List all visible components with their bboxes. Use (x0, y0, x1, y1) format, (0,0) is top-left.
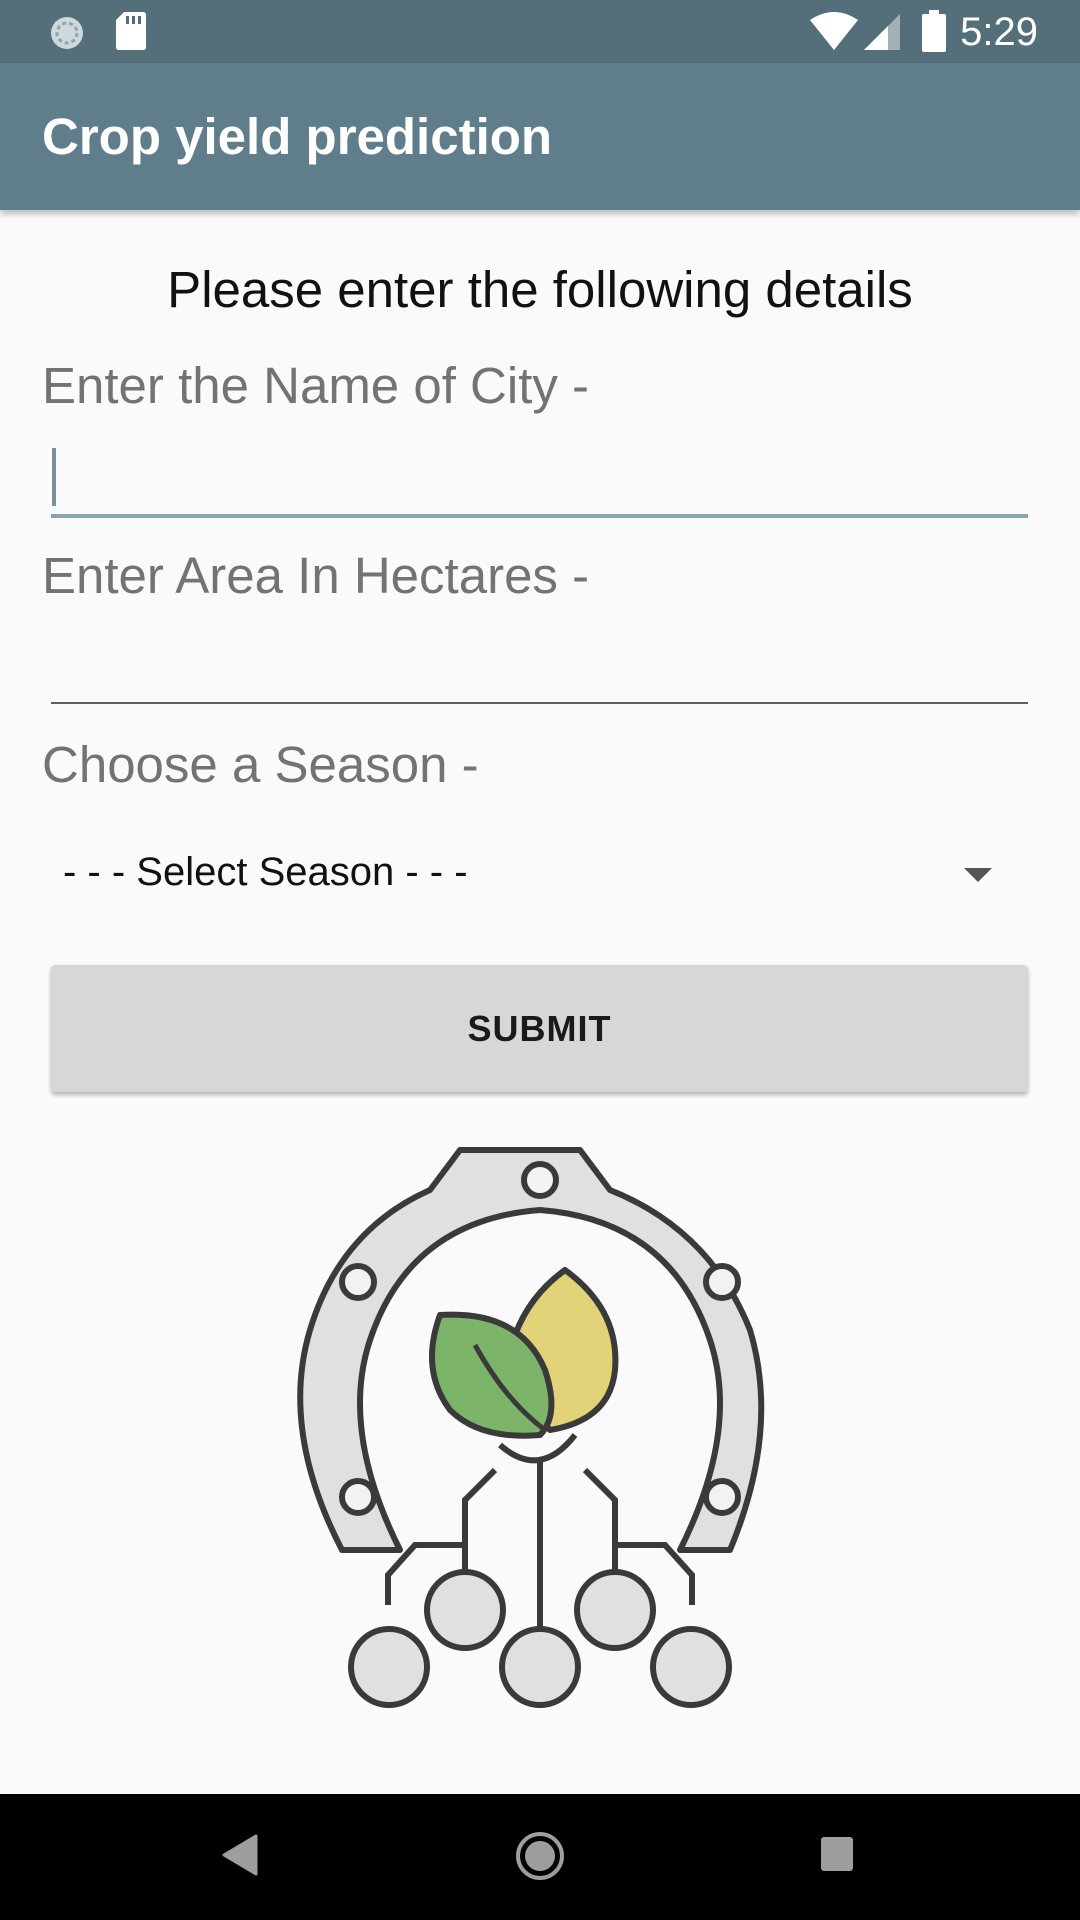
season-label: Choose a Season - (42, 736, 479, 793)
area-input[interactable] (51, 624, 1028, 704)
recents-icon[interactable] (820, 1836, 854, 1872)
leaf-icon (429, 1267, 619, 1464)
status-time: 5:29 (960, 10, 1038, 54)
season-spinner[interactable]: - - - Select Season - - - (51, 836, 1028, 916)
app-title: Crop yield prediction (42, 108, 553, 165)
text-cursor (52, 448, 56, 506)
area-label: Enter Area In Hectares - (42, 547, 590, 604)
sd-card-icon (116, 12, 146, 50)
navigation-bar (0, 1794, 1080, 1920)
city-label: Enter the Name of City - (42, 357, 590, 414)
app-bar: Crop yield prediction (0, 63, 1080, 210)
status-bar: 5:29 (0, 0, 1080, 63)
submit-button[interactable]: SUBMIT (51, 965, 1028, 1092)
form-heading: Please enter the following details (167, 261, 913, 318)
city-input[interactable] (51, 438, 1028, 518)
dropdown-arrow-icon (964, 868, 992, 882)
gear-leaf-circuit-logo (297, 1147, 765, 1708)
cell-signal-icon (864, 14, 900, 50)
crop-yield-screen: 5:29 Crop yield prediction Please enter … (0, 0, 1080, 1920)
home-icon[interactable] (514, 1830, 566, 1882)
back-icon[interactable] (222, 1834, 258, 1876)
wifi-icon (810, 12, 858, 50)
sync-icon (51, 17, 83, 49)
season-selected-value: - - - Select Season - - - (63, 850, 468, 894)
battery-icon (922, 10, 946, 52)
